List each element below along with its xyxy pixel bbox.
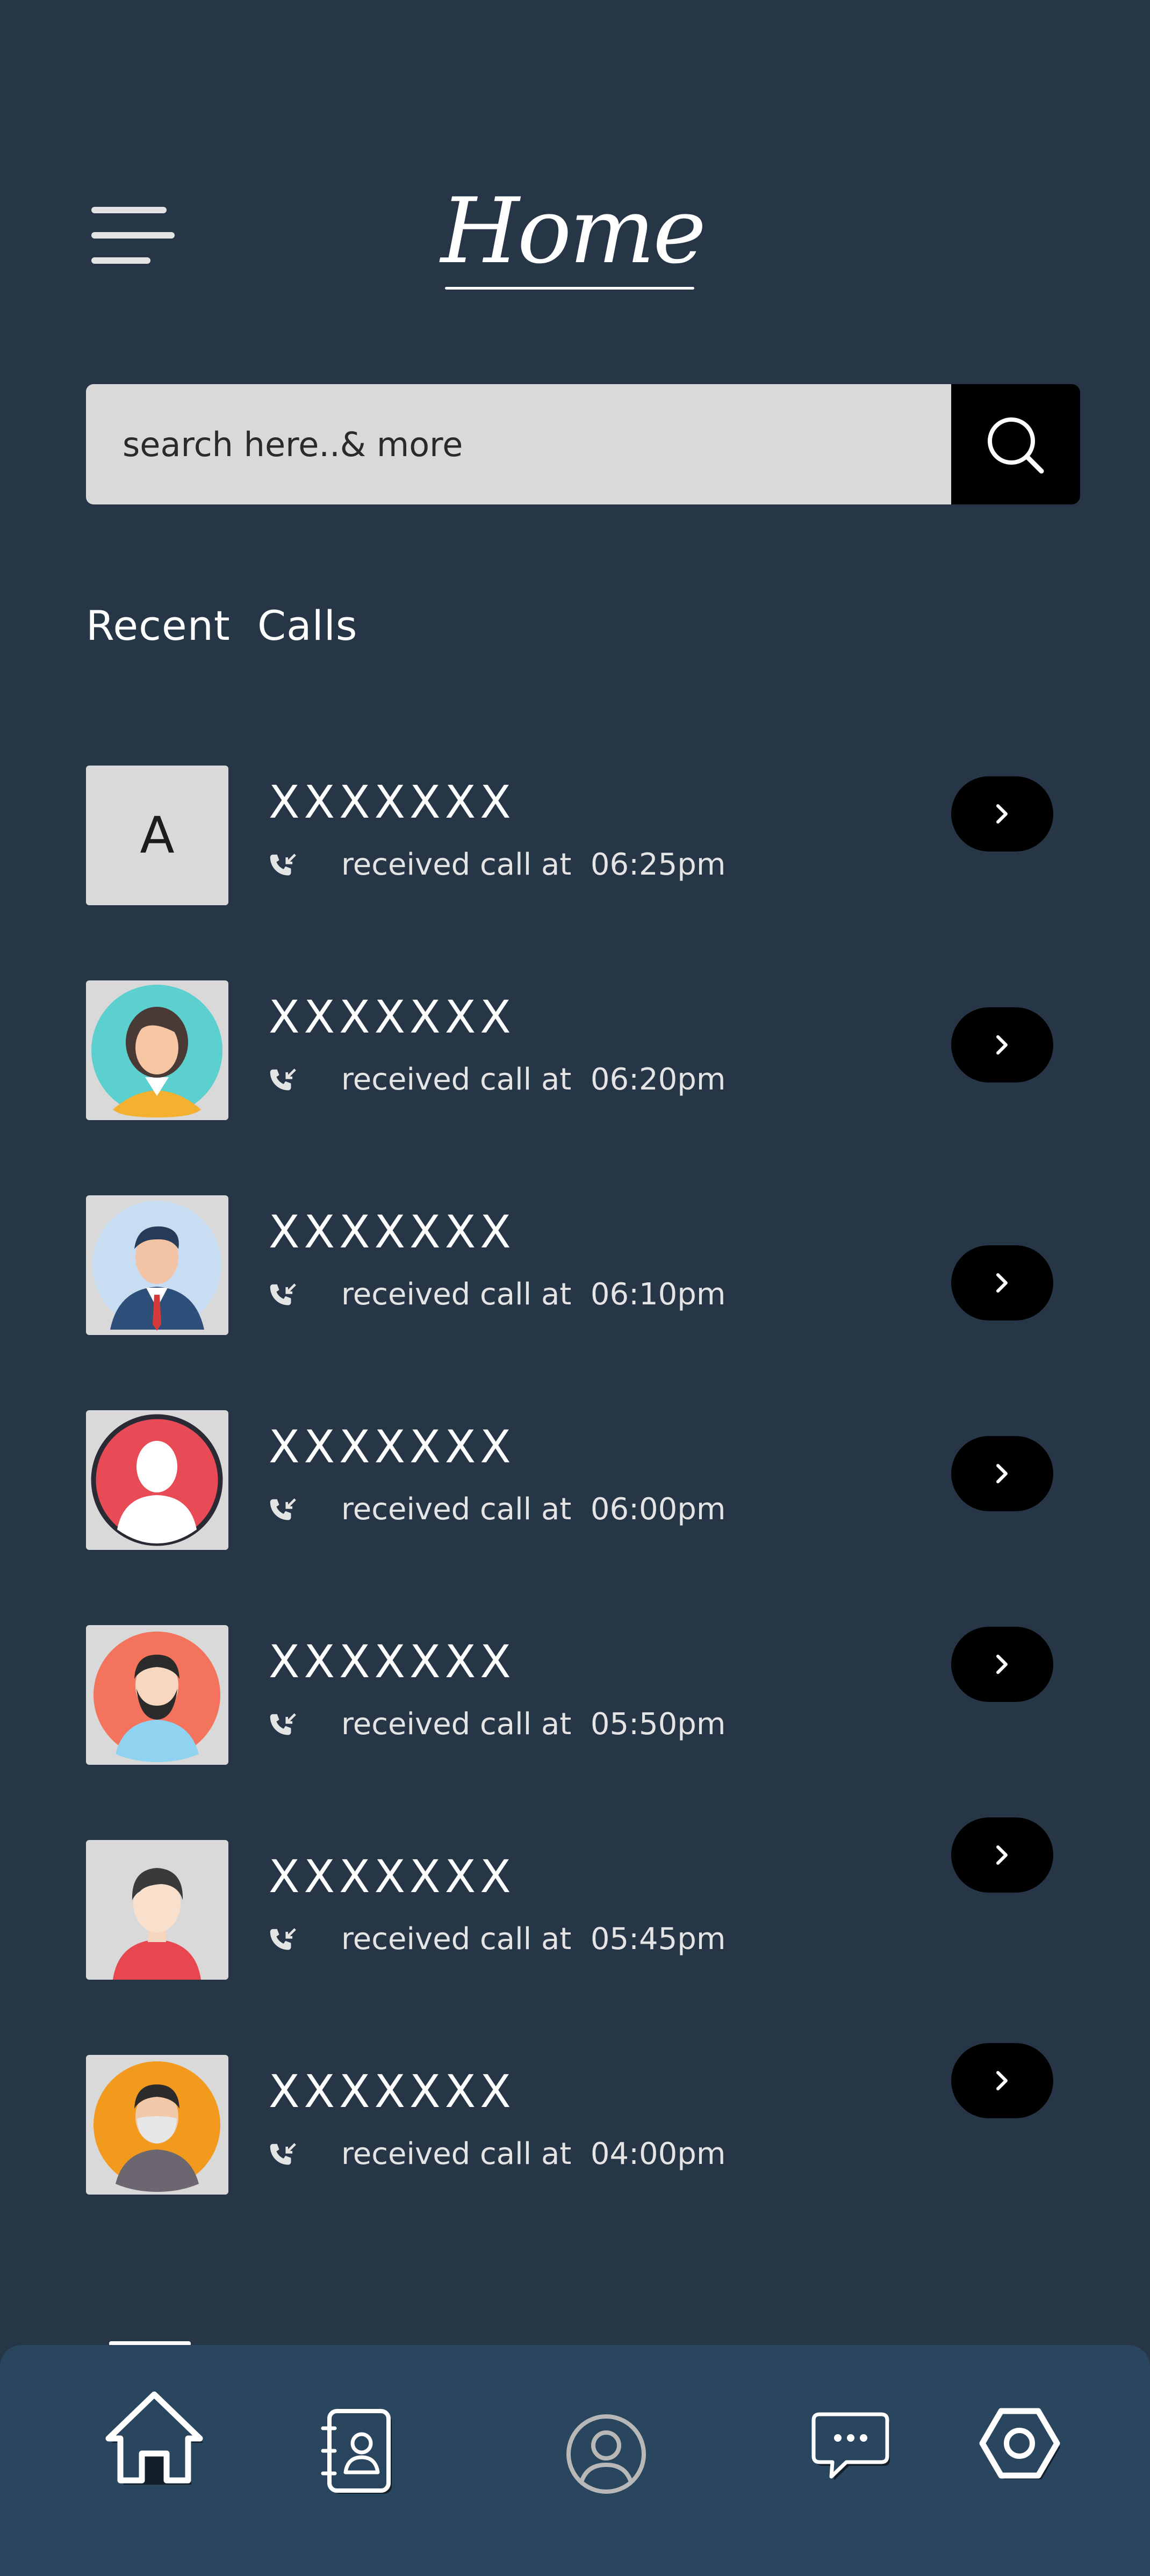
call-status: received call at 06:25pm bbox=[341, 847, 726, 882]
caller-name: XXXXXXX bbox=[269, 1420, 515, 1473]
call-status: received call at 06:10pm bbox=[341, 1277, 726, 1312]
nav-settings[interactable] bbox=[975, 2401, 1064, 2490]
call-status: received call at 05:50pm bbox=[341, 1707, 726, 1742]
avatar-letter-a: A bbox=[86, 766, 228, 905]
open-call-button[interactable] bbox=[951, 2043, 1053, 2118]
incoming-call-icon bbox=[270, 2143, 296, 2165]
woman-icon bbox=[91, 985, 222, 1117]
title-underline bbox=[445, 287, 694, 290]
bottom-navigation bbox=[0, 2345, 1150, 2576]
incoming-call-icon bbox=[270, 854, 296, 876]
nav-messages[interactable] bbox=[809, 2407, 892, 2490]
avatar-woman bbox=[86, 980, 228, 1120]
incoming-call-icon bbox=[270, 1283, 296, 1305]
caller-name: XXXXXXX bbox=[269, 776, 515, 828]
bearded-man-icon bbox=[94, 1632, 220, 1762]
caller-name: XXXXXXX bbox=[269, 1635, 515, 1688]
call-status: received call at 06:20pm bbox=[341, 1062, 726, 1097]
man-icon bbox=[113, 1868, 201, 1980]
avatar-businessman bbox=[86, 1195, 228, 1335]
avatar-user bbox=[86, 1410, 228, 1550]
page-title: Home bbox=[441, 178, 706, 284]
avatar-letter: A bbox=[140, 806, 175, 865]
search-field[interactable] bbox=[86, 384, 951, 504]
avatar-bearded-man bbox=[86, 1625, 228, 1765]
chevron-right-icon bbox=[996, 2071, 1008, 2090]
recent-calls-heading: Recent Calls bbox=[86, 602, 358, 650]
open-call-button[interactable] bbox=[951, 1007, 1053, 1083]
chevron-right-icon bbox=[996, 804, 1008, 824]
settings-icon bbox=[979, 2408, 1060, 2479]
caller-name: XXXXXXX bbox=[269, 1850, 515, 1903]
caller-name: XXXXXXX bbox=[269, 1206, 515, 1258]
menu-icon[interactable] bbox=[91, 207, 177, 271]
caller-name: XXXXXXX bbox=[269, 2065, 515, 2118]
messages-icon bbox=[811, 2412, 890, 2480]
nav-contacts[interactable] bbox=[320, 2407, 392, 2495]
chevron-right-icon bbox=[996, 1845, 1008, 1865]
businessman-icon bbox=[92, 1201, 221, 1331]
nav-home[interactable] bbox=[97, 2378, 212, 2494]
user-silhouette-icon bbox=[91, 1414, 223, 1546]
open-call-button[interactable] bbox=[951, 1817, 1053, 1893]
chevron-right-icon bbox=[996, 1035, 1008, 1055]
nav-profile[interactable] bbox=[565, 2413, 647, 2495]
open-call-button[interactable] bbox=[951, 1245, 1053, 1321]
incoming-call-icon bbox=[270, 1713, 296, 1735]
home-icon bbox=[105, 2391, 203, 2485]
profile-icon bbox=[566, 2414, 646, 2494]
search-button[interactable] bbox=[951, 384, 1080, 504]
call-status: received call at 04:00pm bbox=[341, 2137, 726, 2171]
incoming-call-icon bbox=[270, 1498, 296, 1520]
open-call-button[interactable] bbox=[951, 776, 1053, 852]
incoming-call-icon bbox=[270, 1928, 296, 1950]
chevron-right-icon bbox=[996, 1273, 1008, 1293]
page-title-container: Home bbox=[441, 178, 706, 301]
chevron-right-icon bbox=[996, 1464, 1008, 1483]
avatar-masked-man bbox=[86, 2055, 228, 2195]
open-call-button[interactable] bbox=[951, 1436, 1053, 1511]
contacts-icon bbox=[321, 2409, 392, 2494]
caller-name: XXXXXXX bbox=[269, 991, 515, 1043]
search-input[interactable] bbox=[121, 424, 930, 465]
chevron-right-icon bbox=[996, 1655, 1008, 1674]
call-status: received call at 05:45pm bbox=[341, 1922, 726, 1957]
search-icon bbox=[988, 417, 1044, 474]
call-status: received call at 06:00pm bbox=[341, 1492, 726, 1527]
avatar-man bbox=[86, 1840, 228, 1980]
masked-man-icon bbox=[94, 2061, 220, 2192]
open-call-button[interactable] bbox=[951, 1627, 1053, 1702]
incoming-call-icon bbox=[270, 1069, 296, 1091]
